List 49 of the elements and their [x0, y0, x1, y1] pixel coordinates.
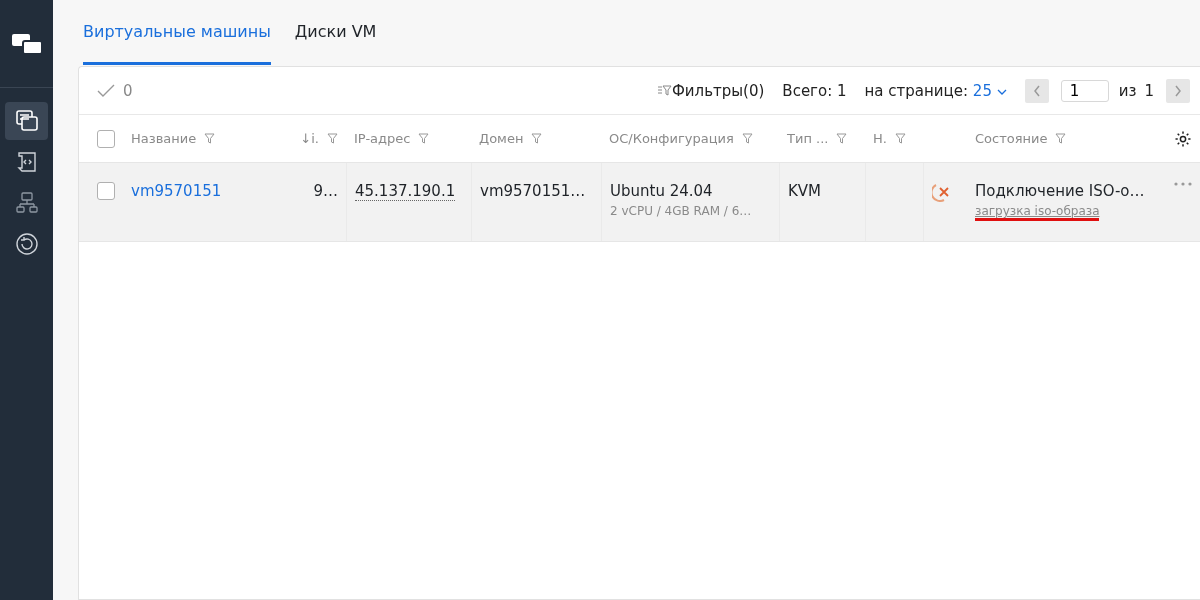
- vm-name-link[interactable]: vm9570151: [131, 182, 222, 200]
- filter-icon[interactable]: [741, 133, 753, 144]
- chevron-left-icon: [1032, 84, 1041, 97]
- filter-icon[interactable]: [836, 133, 848, 144]
- filter-icon[interactable]: [204, 133, 216, 144]
- filter-icon[interactable]: [327, 133, 338, 144]
- vm-config: 2 vCPU / 4GB RAM / 6…: [610, 204, 752, 218]
- network-icon: [14, 191, 39, 215]
- total-count: Всего: 1: [782, 81, 847, 100]
- column-header[interactable]: IP-адрес: [354, 131, 411, 146]
- filter-icon[interactable]: [531, 133, 543, 144]
- state-text: Подключение ISO-о…: [975, 182, 1145, 200]
- more-icon[interactable]: [1174, 182, 1192, 186]
- page-total: 1: [1144, 81, 1154, 100]
- selected-count: 0: [123, 81, 133, 100]
- logo-icon[interactable]: [10, 32, 43, 55]
- state-detail: загрузка iso-образа: [975, 204, 1100, 221]
- column-header[interactable]: ОС/Конфигурация: [609, 131, 734, 146]
- column-header[interactable]: Домен: [479, 131, 524, 146]
- column-header[interactable]: ↓i.: [300, 131, 319, 146]
- previous-page-button[interactable]: [1024, 78, 1049, 103]
- chevron-down-icon[interactable]: [996, 87, 1007, 96]
- filter-icon[interactable]: [1055, 133, 1067, 144]
- filters-button[interactable]: Фильтры(0): [671, 81, 765, 100]
- check-icon: [97, 83, 115, 98]
- sidebar-item[interactable]: [5, 102, 48, 140]
- settings-icon[interactable]: [1174, 129, 1192, 148]
- row-checkbox[interactable]: [97, 182, 115, 200]
- column-header[interactable]: Тип ...: [787, 131, 829, 146]
- chevron-right-icon: [1174, 84, 1182, 97]
- per-page-select[interactable]: на странице: 25: [864, 81, 1007, 100]
- column-header[interactable]: Состояние: [975, 131, 1048, 146]
- tab[interactable]: Диски VM: [294, 0, 377, 65]
- os-name: Ubuntu 24.04: [610, 182, 714, 200]
- table-cell: 9…: [313, 182, 338, 200]
- column-header[interactable]: Название: [131, 131, 197, 146]
- ip-address: 45.137.190.1: [355, 182, 456, 201]
- filter-list-icon[interactable]: [657, 84, 672, 97]
- restore-icon: [14, 232, 39, 256]
- windows-icon: [14, 109, 39, 133]
- filter-icon[interactable]: [894, 133, 906, 144]
- select-all-checkbox[interactable]: [97, 129, 115, 148]
- table-cell: KVM: [788, 182, 822, 200]
- filter-icon[interactable]: [418, 133, 430, 144]
- page-input[interactable]: 1: [1060, 79, 1109, 102]
- page-of-label: из: [1118, 81, 1137, 100]
- next-page-button[interactable]: [1166, 78, 1190, 103]
- column-header[interactable]: Н.: [873, 131, 887, 146]
- table-cell: vm9570151…: [480, 182, 586, 200]
